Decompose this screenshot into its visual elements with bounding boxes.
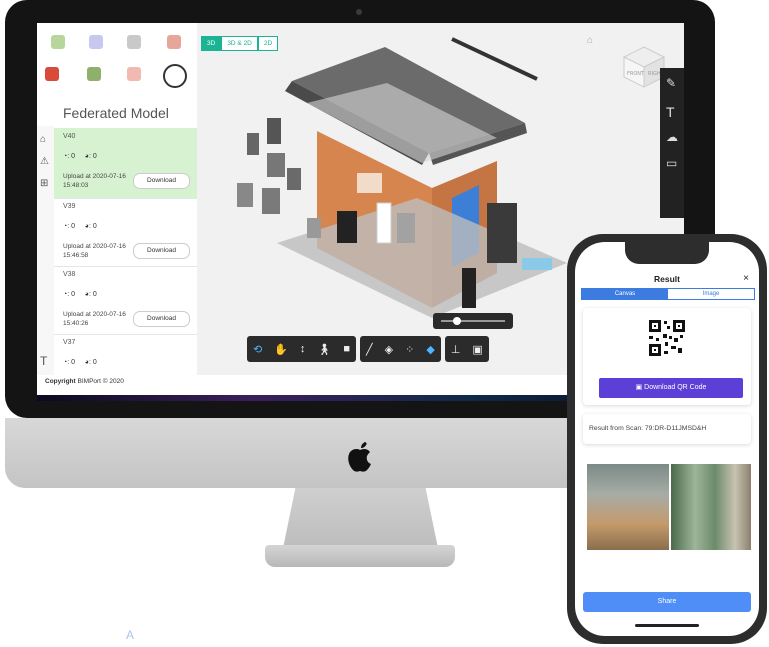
- markup-tool-icon[interactable]: ✎: [666, 76, 676, 90]
- tree-tool-icon[interactable]: [87, 67, 101, 81]
- orbit-icon[interactable]: ⟲: [253, 343, 262, 356]
- imac-stand: [283, 488, 438, 548]
- download-icon: ▣: [635, 384, 645, 391]
- version-stats: ◔: 0 ◕: 0: [63, 291, 97, 298]
- version-row[interactable]: V37 ◔: 0 ◕: 0: [54, 334, 197, 375]
- section-icon[interactable]: ◈: [385, 343, 393, 356]
- diagram-icon[interactable]: ⊞: [40, 178, 48, 189]
- scan-result: Result from Scan: 79:DR-D11JMSD&H: [583, 414, 751, 444]
- download-qr-button[interactable]: ▣ Download QR Code: [599, 378, 743, 398]
- result-title: Result: [654, 274, 680, 284]
- version-upload-time: Upload at 2020-07-16 15:40:26: [63, 311, 126, 327]
- webcam: [356, 9, 362, 15]
- version-row[interactable]: V40 ◔: 0 ◕: 0 Upload at 2020-07-16 15:48…: [54, 128, 197, 199]
- close-icon[interactable]: ×: [743, 273, 749, 284]
- sidebar-title: Federated Model: [63, 105, 169, 121]
- document-tool-icon[interactable]: [127, 35, 141, 49]
- version-stats: ◔: 0 ◕: 0: [63, 223, 97, 230]
- result-tabs: Canvas Image: [581, 288, 755, 300]
- version-row[interactable]: V39 ◔: 0 ◕: 0 Upload at 2020-07-16 15:46…: [54, 198, 197, 267]
- home-indicator: [635, 624, 699, 627]
- pan-icon[interactable]: ✋: [274, 343, 288, 356]
- rectangle-tool-icon[interactable]: ▭: [666, 156, 677, 170]
- section-slider[interactable]: [433, 313, 513, 329]
- roof-tool-icon[interactable]: [45, 67, 59, 81]
- warning-icon[interactable]: ⚠: [40, 156, 49, 167]
- apple-logo-icon: [348, 442, 371, 472]
- cube-tool-icon[interactable]: [163, 64, 187, 88]
- imac-foot: [265, 545, 455, 567]
- analysis-tools-group: ╱ ◈ ⁘ ◆: [360, 336, 441, 362]
- furniture-tool-icon[interactable]: [127, 67, 141, 81]
- tab-canvas[interactable]: Canvas: [582, 289, 668, 299]
- qr-code: [647, 318, 687, 358]
- house-tool-icon[interactable]: [167, 35, 181, 49]
- sidebar-rail: ⌂ ⚠ ⊞ T: [37, 126, 54, 375]
- structure-icon[interactable]: ⌂: [40, 134, 46, 145]
- model-tools-group: ⊥ ▣: [444, 336, 489, 362]
- text-tool-icon[interactable]: T: [40, 354, 47, 368]
- properties-icon[interactable]: ▣: [472, 343, 482, 356]
- tab-image[interactable]: Image: [668, 289, 754, 299]
- sidebar: Federated Model ⌂ ⚠ ⊞ T V40 ◔: 0 ◕: 0 Up…: [37, 23, 198, 385]
- version-name: V40: [63, 133, 76, 140]
- version-upload-time: Upload at 2020-07-16 15:46:58: [63, 243, 126, 259]
- phone-notch: [625, 242, 709, 264]
- cloud-tool-icon[interactable]: ☁: [666, 130, 678, 144]
- download-button[interactable]: Download: [133, 311, 190, 327]
- copyright: Copyright BIMPort © 2020: [45, 378, 124, 385]
- structure-tree-icon[interactable]: ⊥: [451, 343, 461, 356]
- share-button[interactable]: Share: [583, 592, 751, 612]
- version-name: V39: [63, 203, 76, 210]
- qr-card: ▣ Download QR Code: [583, 308, 751, 405]
- download-button[interactable]: Download: [133, 173, 190, 189]
- scan-photo-1: [587, 464, 669, 550]
- version-name: V37: [63, 339, 76, 346]
- layers-tool-icon[interactable]: [89, 35, 103, 49]
- model-browser-icon[interactable]: ◆: [426, 343, 434, 356]
- version-stats: ◔: 0 ◕: 0: [63, 153, 97, 160]
- walk-icon[interactable]: 🚶︎: [317, 343, 331, 356]
- version-upload-time: Upload at 2020-07-16 15:48:03: [63, 173, 126, 189]
- text-tool-icon[interactable]: T: [666, 104, 675, 120]
- version-stats: ◔: 0 ◕: 0: [63, 359, 97, 366]
- version-name: V38: [63, 271, 76, 278]
- zoom-icon[interactable]: ↕: [300, 343, 306, 355]
- measure-icon[interactable]: ╱: [366, 343, 373, 356]
- phone-device: Result × Canvas Image ▣ Download QR Code…: [567, 234, 767, 644]
- scan-photo-2: [671, 464, 751, 550]
- model-tool-icon[interactable]: [51, 35, 65, 49]
- right-toolbar: ✎ T ☁ ▭: [660, 68, 684, 218]
- decorative-mark: A: [126, 628, 135, 642]
- navigation-toolbar: ⟲ ✋ ↕ 🚶︎ ■ ╱ ◈ ⁘ ◆ ⊥ ▣: [247, 336, 489, 362]
- nav-tools-group: ⟲ ✋ ↕ 🚶︎ ■: [247, 336, 357, 362]
- download-button[interactable]: Download: [133, 243, 190, 259]
- phone-screen: Result × Canvas Image ▣ Download QR Code…: [575, 242, 759, 636]
- version-row[interactable]: V38 ◔: 0 ◕: 0 Upload at 2020-07-16 15:40…: [54, 266, 197, 335]
- explode-icon[interactable]: ⁘: [405, 343, 414, 356]
- camera-icon[interactable]: ■: [343, 343, 350, 355]
